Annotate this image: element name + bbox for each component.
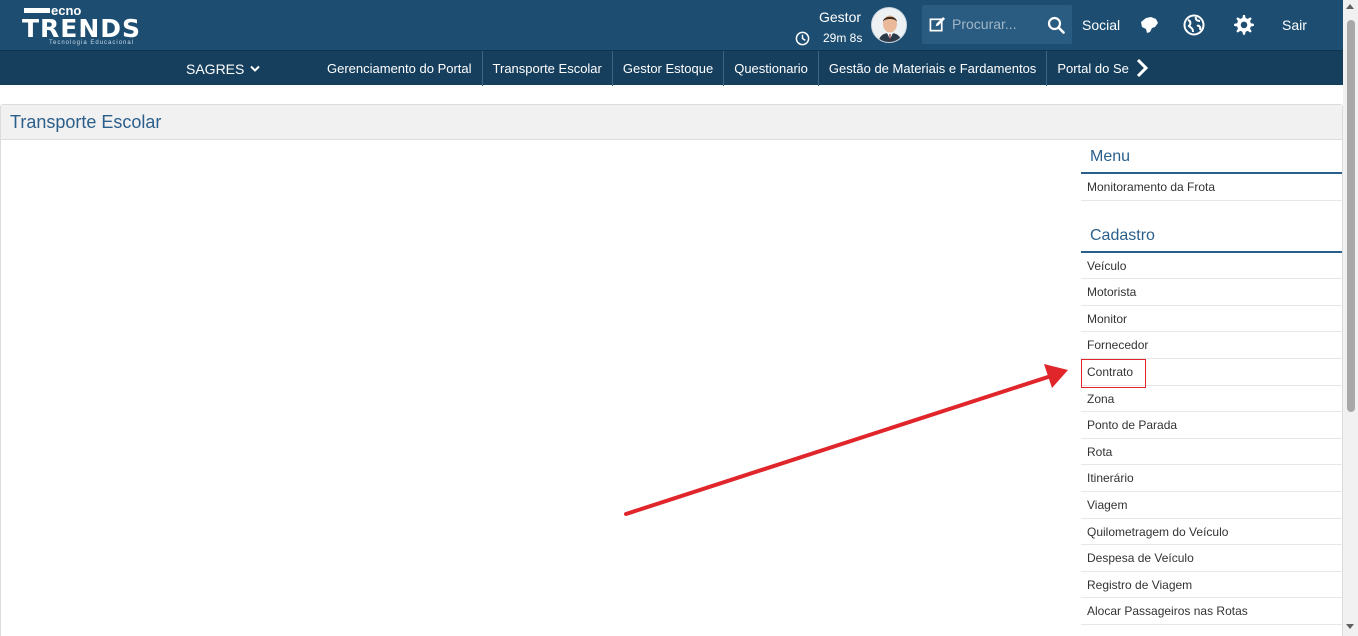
module-dropdown-label: SAGRES <box>186 61 245 77</box>
cadastro-item-itinerario[interactable]: Itinerário <box>1081 465 1342 492</box>
search-icon[interactable] <box>1047 16 1065 34</box>
search-box <box>922 5 1072 44</box>
cadastro-item-registro-viagem[interactable]: Registro de Viagem <box>1081 572 1342 599</box>
cadastro-item-fornecedor[interactable]: Fornecedor <box>1081 332 1342 359</box>
session-timer: 29m 8s <box>823 31 863 45</box>
cadastro-item-veiculo[interactable]: Veículo <box>1081 253 1342 280</box>
svg-text:Tecnologia Educacional: Tecnologia Educacional <box>49 40 134 46</box>
search-input[interactable] <box>952 13 1042 35</box>
cadastro-item-alocar-passageiros[interactable]: Alocar Passageiros nas Rotas <box>1081 598 1342 625</box>
panel-header: Transporte Escolar <box>1 105 1342 140</box>
cadastro-item-ponto-parada[interactable]: Ponto de Parada <box>1081 412 1342 439</box>
main-navbar: SAGRES Gerenciamento do Portal Transport… <box>0 50 1343 86</box>
page: ecno TRENDS Tecnologia Educacional Gesto… <box>0 0 1358 636</box>
chevron-right-icon[interactable] <box>1134 58 1150 78</box>
nav-item-questionario[interactable]: Questionario <box>724 51 819 86</box>
cadastro-item-despesa-veiculo[interactable]: Despesa de Veículo <box>1081 545 1342 572</box>
clock-icon <box>795 31 810 46</box>
cadastro-item-contrato[interactable]: Contrato <box>1081 358 1342 388</box>
module-dropdown[interactable]: SAGRES <box>186 61 261 77</box>
scroll-thumb[interactable] <box>1347 20 1355 412</box>
menu-list: Monitoramento da Frota <box>1081 174 1342 201</box>
user-name: Gestor <box>819 9 862 25</box>
tecnotrends-logo[interactable]: ecno TRENDS Tecnologia Educacional <box>22 4 167 46</box>
nav-item-gestao-materiais[interactable]: Gestão de Materiais e Fardamentos <box>819 51 1048 86</box>
cadastro-item-quilometragem[interactable]: Quilometragem do Veículo <box>1081 519 1342 546</box>
scroll-down-icon[interactable] <box>1346 624 1354 629</box>
cadastro-section-title: Cadastro <box>1081 219 1342 253</box>
gear-icon[interactable] <box>1232 13 1256 37</box>
side-menu: Menu Monitoramento da Frota Cadastro Veí… <box>1081 140 1342 625</box>
nav-items: Gerenciamento do Portal Transporte Escol… <box>317 51 1139 86</box>
nav-item-portal-do-servidor[interactable]: Portal do Se <box>1047 51 1139 86</box>
menu-item-monitoramento-frota[interactable]: Monitoramento da Frota <box>1081 174 1342 201</box>
social-link[interactable]: Social <box>1082 17 1120 33</box>
chevron-down-icon <box>250 65 261 72</box>
page-scrollbar[interactable] <box>1343 0 1358 636</box>
cadastro-item-monitor[interactable]: Monitor <box>1081 306 1342 333</box>
avatar-photo <box>872 8 906 42</box>
edit-icon[interactable] <box>929 16 946 33</box>
page-title: Transporte Escolar <box>10 112 162 132</box>
nav-item-transporte-escolar[interactable]: Transporte Escolar <box>483 51 613 86</box>
logout-link[interactable]: Sair <box>1282 17 1307 33</box>
cadastro-item-viagem[interactable]: Viagem <box>1081 492 1342 519</box>
cadastro-item-rota[interactable]: Rota <box>1081 439 1342 466</box>
menu-section-title: Menu <box>1081 140 1342 174</box>
scroll-up-icon[interactable] <box>1346 4 1354 9</box>
nav-item-gerenciamento-portal[interactable]: Gerenciamento do Portal <box>317 51 483 86</box>
nav-item-gestor-estoque[interactable]: Gestor Estoque <box>613 51 725 86</box>
globe-icon[interactable] <box>1182 13 1206 37</box>
top-header: ecno TRENDS Tecnologia Educacional Gesto… <box>0 0 1343 50</box>
svg-text:TRENDS: TRENDS <box>22 14 141 43</box>
cadastro-item-motorista[interactable]: Motorista <box>1081 279 1342 306</box>
avatar[interactable] <box>871 7 907 43</box>
cadastro-list: Veículo Motorista Monitor Fornecedor Con… <box>1081 253 1342 625</box>
map-icon[interactable] <box>1137 13 1161 37</box>
cadastro-item-zona[interactable]: Zona <box>1081 386 1342 413</box>
